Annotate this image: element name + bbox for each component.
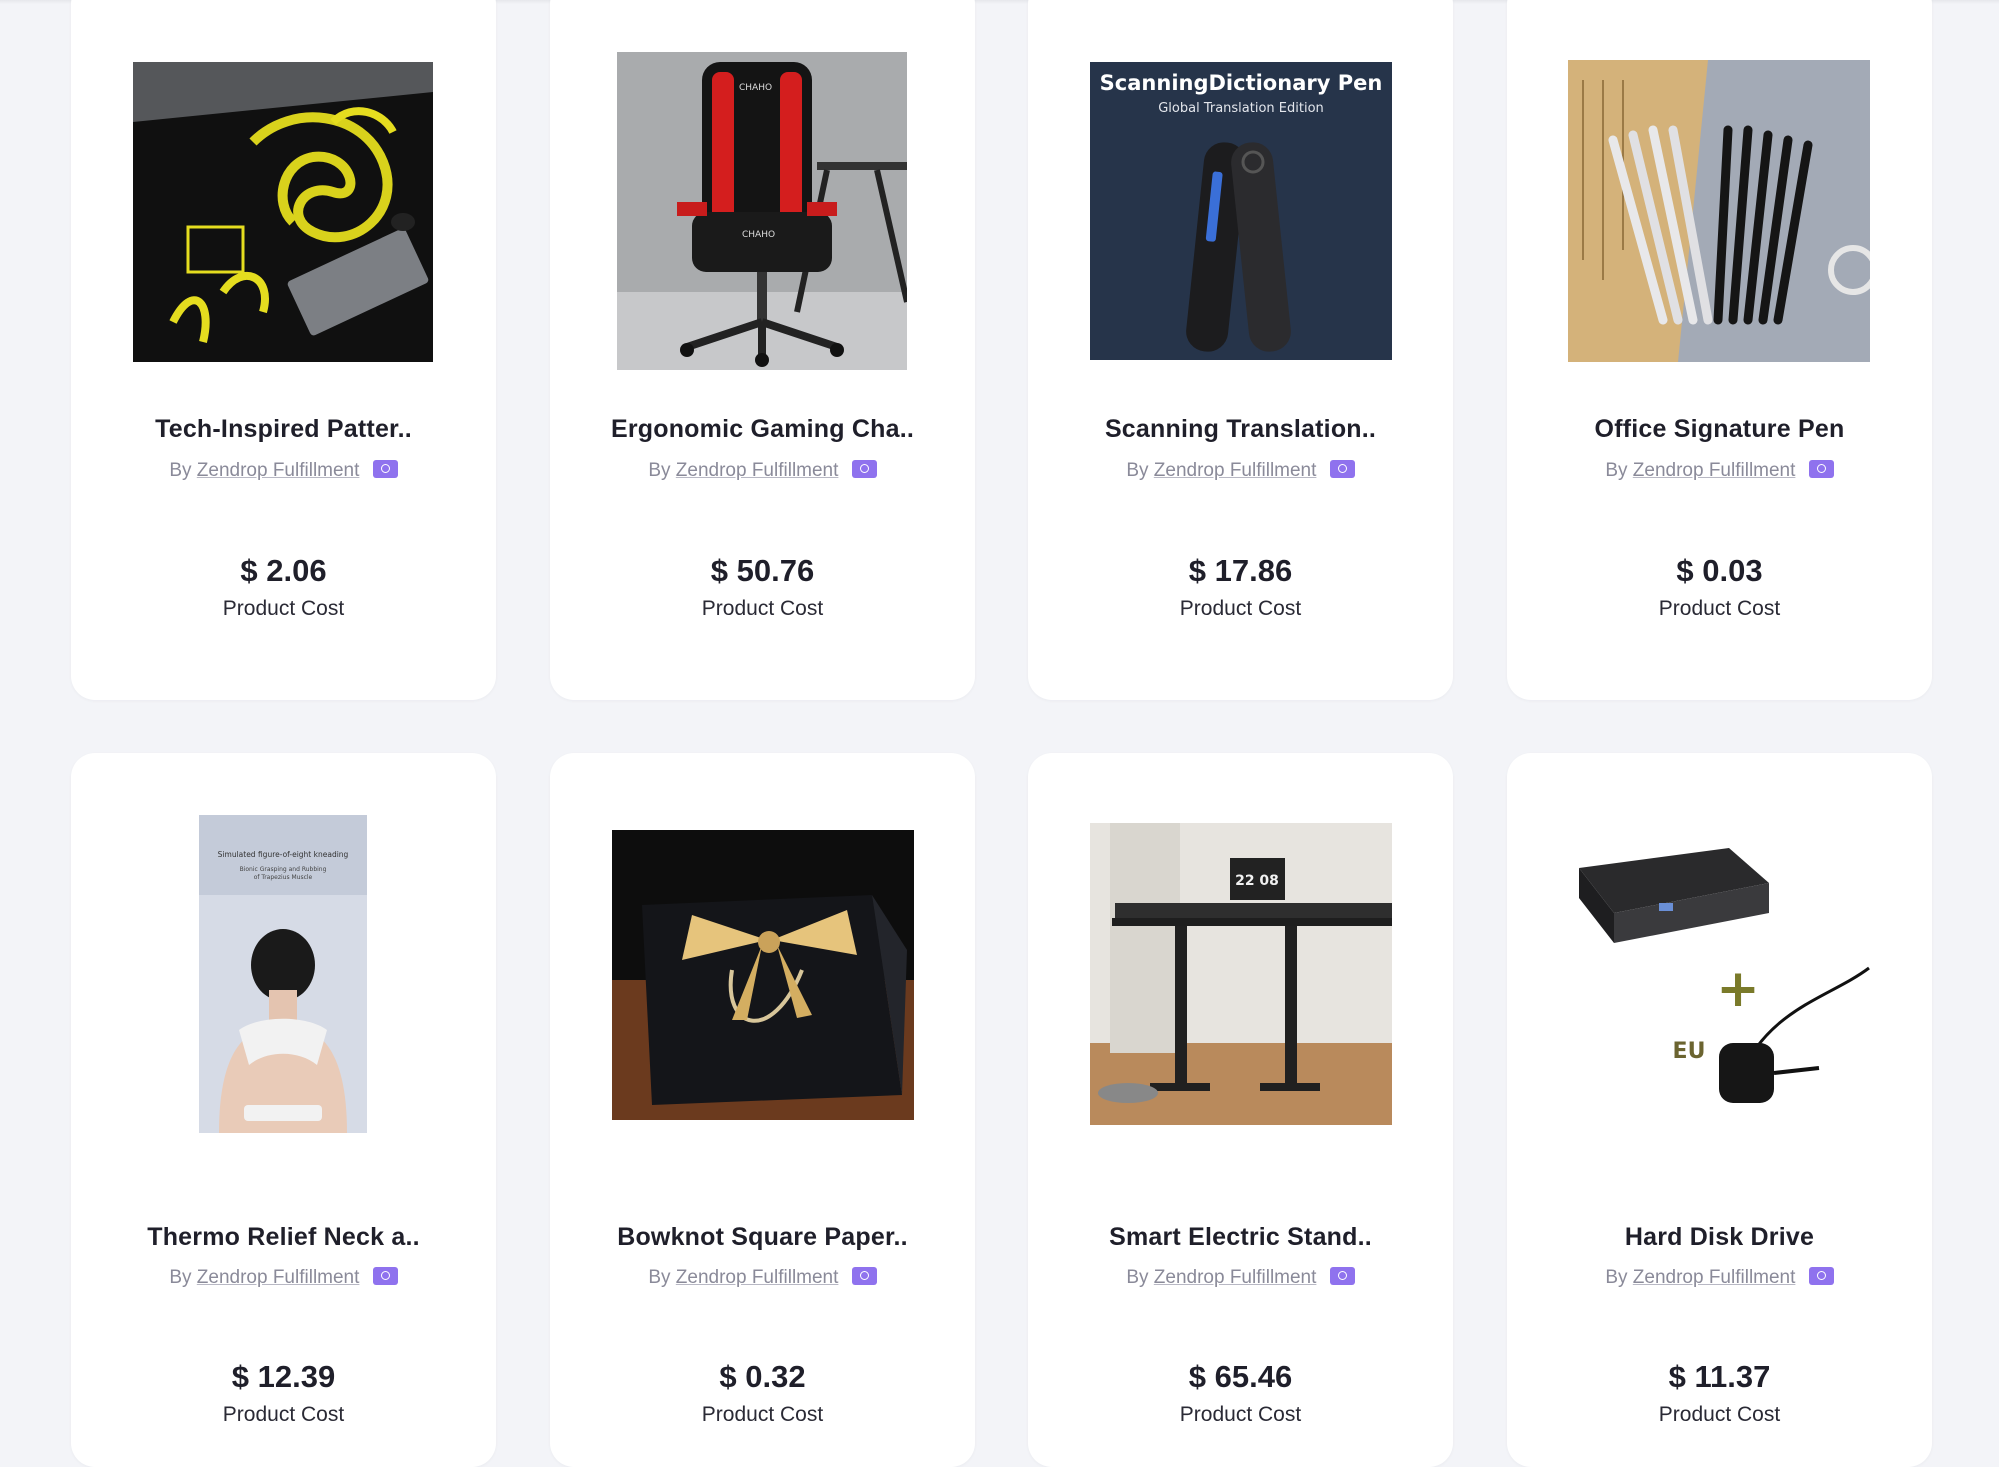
product-grid: Tech-Inspired Patter.. By Zendrop Fulfil…: [0, 0, 1999, 1467]
globe-icon: [372, 1267, 398, 1285]
product-price: $ 11.37: [1668, 1359, 1771, 1394]
massager-line2-text: Bionic Grasping and Rubbing: [240, 866, 327, 873]
globe-icon: [1808, 460, 1834, 478]
product-name[interactable]: Smart Electric Stand..: [1028, 1223, 1453, 1252]
product-image[interactable]: [612, 830, 914, 1120]
product-card[interactable]: + EU Hard Disk Drive By Zendrop Fulfillm…: [1507, 753, 1932, 1467]
desk-clock-text: 22 08: [1235, 873, 1279, 889]
by-label: By: [1126, 460, 1149, 481]
by-label: By: [648, 460, 671, 481]
product-image[interactable]: [1568, 60, 1870, 362]
plus-text: +: [1716, 959, 1760, 1019]
globe-icon: [1329, 460, 1355, 478]
product-card[interactable]: Tech-Inspired Patter.. By Zendrop Fulfil…: [71, 0, 496, 700]
chair-seat-brand-text: CHAHO: [742, 230, 775, 240]
supplier-line: By Zendrop Fulfillment: [1507, 460, 1932, 482]
globe-icon: [851, 1267, 877, 1285]
product-image[interactable]: + EU: [1569, 828, 1871, 1124]
supplier-line: By Zendrop Fulfillment: [1028, 1267, 1453, 1289]
globe-icon: [372, 460, 398, 478]
by-label: By: [1605, 1267, 1628, 1288]
product-card[interactable]: CHAHO CHAHO Ergonomic Gaming Cha.. By Ze…: [550, 0, 975, 700]
product-name[interactable]: Office Signature Pen: [1507, 415, 1932, 444]
supplier-line: By Zendrop Fulfillment: [71, 1267, 496, 1289]
product-name[interactable]: Hard Disk Drive: [1507, 1223, 1932, 1252]
eu-text: EU: [1673, 1039, 1706, 1064]
product-card[interactable]: Simulated figure-of-eight kneading Bioni…: [71, 753, 496, 1467]
supplier-link[interactable]: Zendrop Fulfillment: [1633, 460, 1796, 481]
product-price: $ 0.03: [1676, 553, 1763, 588]
supplier-line: By Zendrop Fulfillment: [71, 460, 496, 482]
supplier-link[interactable]: Zendrop Fulfillment: [1633, 1267, 1796, 1288]
product-cost-label: Product Cost: [1179, 597, 1302, 620]
globe-icon: [851, 460, 877, 478]
product-price: $ 17.86: [1188, 553, 1293, 588]
product-card[interactable]: Office Signature Pen By Zendrop Fulfillm…: [1507, 0, 1932, 700]
product-name[interactable]: Tech-Inspired Patter..: [71, 415, 496, 444]
product-image[interactable]: CHAHO CHAHO: [617, 52, 907, 370]
pen-subtitle-text: Global Translation Edition: [1158, 101, 1324, 116]
product-cost-label: Product Cost: [222, 597, 345, 620]
product-cost-label: Product Cost: [1179, 1403, 1302, 1426]
massager-line3-text: of Trapezius Muscle: [254, 874, 313, 881]
product-price: $ 65.46: [1188, 1359, 1293, 1394]
massager-line1-text: Simulated figure-of-eight kneading: [218, 850, 349, 859]
by-label: By: [648, 1267, 671, 1288]
product-name[interactable]: Bowknot Square Paper..: [550, 1223, 975, 1252]
product-card[interactable]: ScanningDictionary Pen Global Translatio…: [1028, 0, 1453, 700]
globe-icon: [1329, 1267, 1355, 1285]
product-image[interactable]: ScanningDictionary Pen Global Translatio…: [1090, 62, 1392, 360]
supplier-line: By Zendrop Fulfillment: [1507, 1267, 1932, 1289]
supplier-link[interactable]: Zendrop Fulfillment: [1154, 460, 1317, 481]
product-image[interactable]: [133, 62, 433, 362]
product-cost-label: Product Cost: [701, 597, 824, 620]
by-label: By: [169, 460, 192, 481]
product-card[interactable]: Bowknot Square Paper.. By Zendrop Fulfil…: [550, 753, 975, 1467]
supplier-line: By Zendrop Fulfillment: [1028, 460, 1453, 482]
supplier-link[interactable]: Zendrop Fulfillment: [197, 1267, 360, 1288]
product-image[interactable]: Simulated figure-of-eight kneading Bioni…: [199, 815, 367, 1133]
product-name[interactable]: Ergonomic Gaming Cha..: [550, 415, 975, 444]
chair-brand-text: CHAHO: [739, 83, 772, 93]
supplier-link[interactable]: Zendrop Fulfillment: [197, 460, 360, 481]
product-price: $ 2.06: [240, 553, 327, 588]
supplier-line: By Zendrop Fulfillment: [550, 1267, 975, 1289]
product-name[interactable]: Scanning Translation..: [1028, 415, 1453, 444]
product-name[interactable]: Thermo Relief Neck a..: [71, 1223, 496, 1252]
supplier-link[interactable]: Zendrop Fulfillment: [676, 1267, 839, 1288]
supplier-link[interactable]: Zendrop Fulfillment: [676, 460, 839, 481]
supplier-link[interactable]: Zendrop Fulfillment: [1154, 1267, 1317, 1288]
pen-title-text: ScanningDictionary Pen: [1100, 71, 1383, 95]
product-card[interactable]: 22 08 Smart Electric Stand.. By Zendrop …: [1028, 753, 1453, 1467]
product-cost-label: Product Cost: [701, 1403, 824, 1426]
product-image[interactable]: 22 08: [1090, 823, 1392, 1125]
by-label: By: [1126, 1267, 1149, 1288]
product-price: $ 12.39: [231, 1359, 336, 1394]
by-label: By: [169, 1267, 192, 1288]
globe-icon: [1808, 1267, 1834, 1285]
product-cost-label: Product Cost: [222, 1403, 345, 1426]
product-cost-label: Product Cost: [1658, 1403, 1781, 1426]
by-label: By: [1605, 460, 1628, 481]
supplier-line: By Zendrop Fulfillment: [550, 460, 975, 482]
product-price: $ 0.32: [719, 1359, 806, 1394]
product-price: $ 50.76: [710, 553, 815, 588]
product-cost-label: Product Cost: [1658, 597, 1781, 620]
